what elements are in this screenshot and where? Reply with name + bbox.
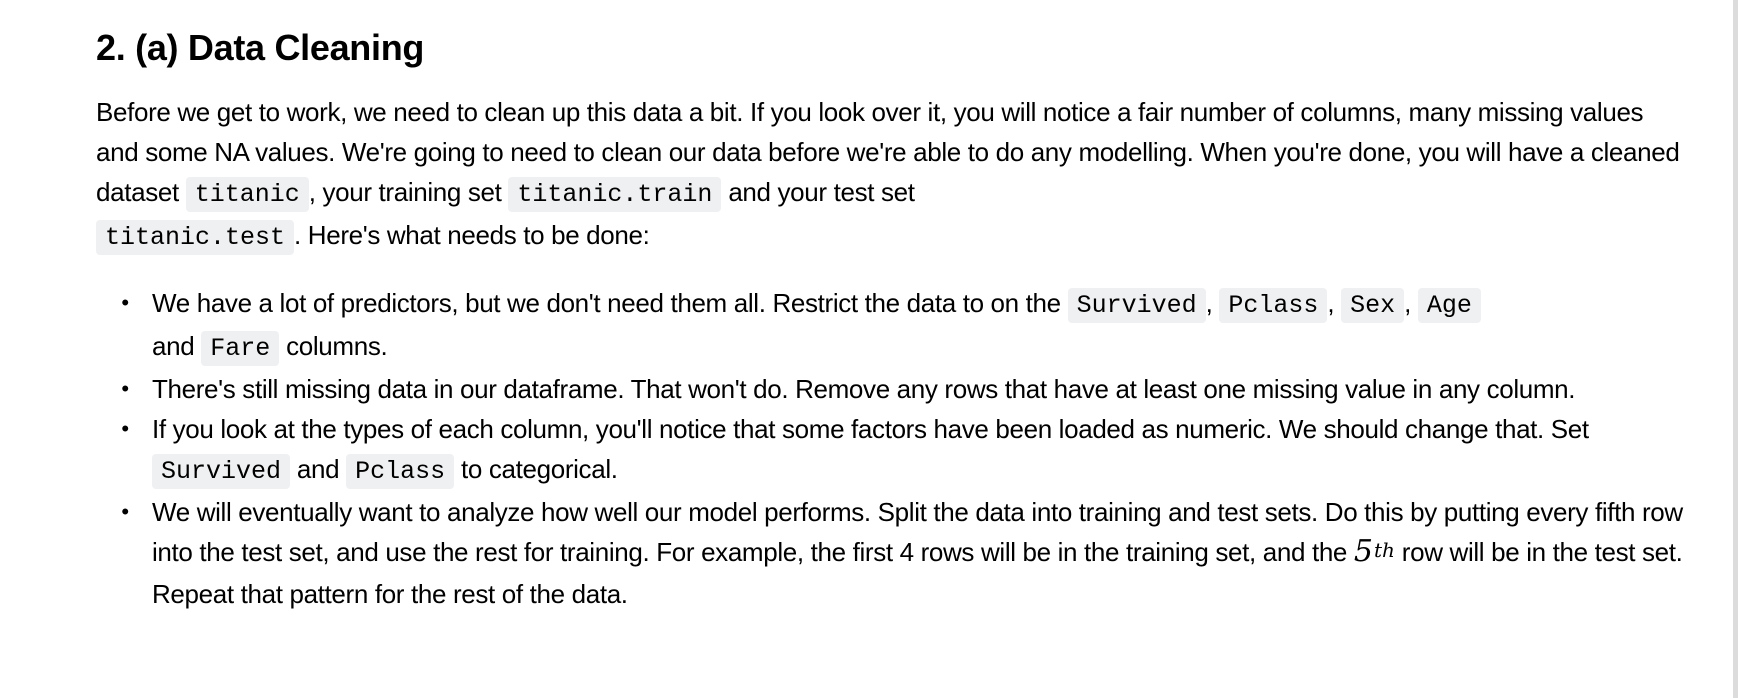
code-pclass: Pclass [1219, 288, 1328, 323]
task-item-restrict-columns: • We have a lot of predictors, but we don… [121, 283, 1686, 369]
task-list: • We have a lot of predictors, but we don… [96, 283, 1686, 614]
task-text: , [1205, 288, 1220, 318]
intro-text: . Here's what needs to be done: [294, 220, 650, 250]
intro-text: , your training set [308, 177, 509, 207]
bullet-icon: • [121, 290, 129, 315]
task-text: and [290, 454, 347, 484]
intro-paragraph: Before we get to work, we need to clean … [96, 92, 1686, 258]
math-superscript: th [1374, 538, 1395, 562]
intro-text: and your test set [721, 177, 915, 207]
task-text: There's still missing data in our datafr… [152, 374, 1576, 404]
code-age: Age [1417, 288, 1481, 323]
code-survived: Survived [1067, 288, 1206, 323]
code-titanic: titanic [185, 177, 309, 212]
task-text: , [1327, 288, 1342, 318]
task-text: and [152, 331, 202, 361]
task-text: We have a lot of predictors, but we don'… [152, 288, 1068, 318]
bullet-icon: • [121, 416, 129, 441]
task-text: columns. [279, 331, 388, 361]
math-fifth: 5th [1354, 534, 1395, 569]
bullet-icon: • [121, 376, 129, 401]
math-base: 5 [1353, 534, 1374, 569]
code-pclass: Pclass [346, 454, 455, 489]
code-titanic-train: titanic.train [508, 177, 722, 212]
task-item-train-test-split: • We will eventually want to analyze how … [121, 492, 1686, 614]
task-text: , [1404, 288, 1418, 318]
code-fare: Fare [201, 331, 280, 366]
task-text: to categorical. [454, 454, 618, 484]
task-item-remove-missing: • There's still missing data in our dataf… [121, 369, 1686, 409]
task-text: If you look at the types of each column,… [152, 414, 1589, 444]
code-titanic-test: titanic.test [96, 220, 295, 255]
vertical-scrollbar[interactable] [1733, 0, 1738, 698]
section-heading: 2. (a) Data Cleaning [96, 27, 425, 68]
notebook-markdown-cell: 2. (a) Data Cleaning Before we get to wo… [96, 24, 1686, 614]
task-item-set-categorical: • If you look at the types of each column… [121, 409, 1686, 492]
code-sex: Sex [1341, 288, 1405, 323]
bullet-icon: • [121, 499, 129, 524]
code-survived: Survived [152, 454, 291, 489]
